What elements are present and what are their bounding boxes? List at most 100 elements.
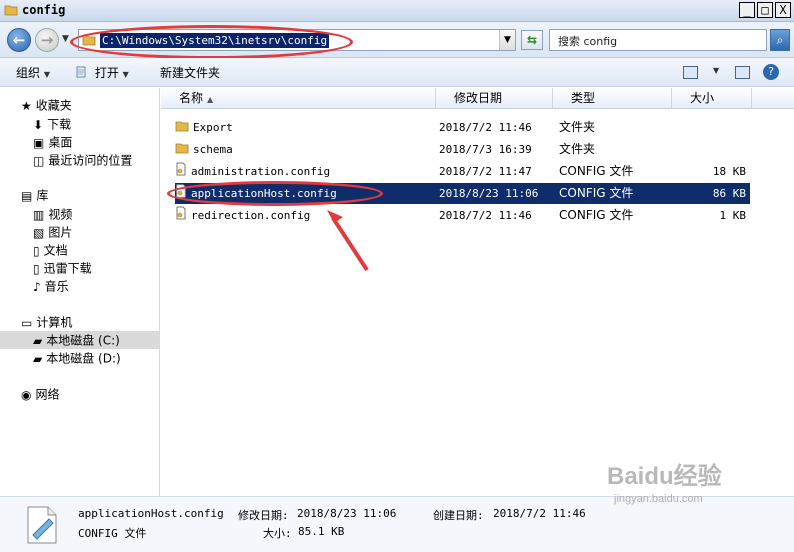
detail-size-value: 85.1 KB	[298, 525, 345, 538]
file-rows: Export 2018/7/2 11:46 文件夹 schema 2018/7/…	[161, 117, 794, 237]
help-button[interactable]: ?	[763, 64, 779, 80]
new-folder-label: 新建文件夹	[160, 66, 221, 80]
file-date-cell: 2018/7/2 11:46	[439, 121, 532, 134]
organize-menu[interactable]: 组织 ▼	[16, 64, 50, 82]
file-date-cell: 2018/8/23 11:06	[439, 187, 539, 200]
folder-icon	[175, 118, 189, 139]
search-icon: ⌕	[776, 33, 784, 47]
computer-heading[interactable]: ▭ 计算机	[21, 313, 181, 331]
detail-modified-label: 修改日期:	[238, 509, 289, 522]
history-dropdown-icon[interactable]: ▼	[62, 34, 69, 44]
help-icon: ?	[768, 65, 774, 78]
open-button[interactable]: 打开 ▼	[75, 64, 129, 82]
organize-label: 组织	[16, 66, 41, 80]
new-folder-button[interactable]: 新建文件夹	[160, 64, 220, 82]
config-file-icon	[175, 206, 187, 227]
column-header-size[interactable]: 大小	[672, 88, 752, 109]
detail-size-label: 大小:	[263, 527, 292, 540]
navigation-pane: ★ 收藏夹 ⬇ 下载 ▣ 桌面 ◫ 最近访问的位置 ▤ 库 ▥ 视频 ▧ 图片 ▯ 文档 ▯ 迅雷…	[0, 88, 160, 496]
file-date-cell: 2018/7/2 11:47	[439, 165, 532, 178]
video-icon: ▥	[33, 207, 45, 222]
computer-icon: ▭	[21, 315, 33, 330]
address-dropdown-icon[interactable]: ▼	[499, 30, 515, 50]
table-row-selected[interactable]: applicationHost.config 2018/8/23 11:06 C…	[175, 183, 750, 204]
table-row[interactable]: schema 2018/7/3 16:39 文件夹	[175, 139, 750, 160]
file-name-cell: schema	[175, 139, 425, 160]
chevron-down-icon: ▼	[122, 70, 129, 79]
file-type-cell: CONFIG 文件	[559, 164, 634, 178]
file-name-cell: applicationHost.config	[175, 183, 425, 204]
table-row[interactable]: administration.config 2018/7/2 11:47 CON…	[175, 161, 750, 182]
address-path[interactable]: C:\Windows\System32\inetsrv\config	[100, 33, 330, 48]
table-row[interactable]: Export 2018/7/2 11:46 文件夹	[175, 117, 750, 138]
document-icon: ▯	[33, 243, 40, 258]
open-label: 打开	[94, 66, 119, 80]
file-list-pane: 名称 ▲ 修改日期 类型 大小 Export 2018/7/2 11:46 文件夹…	[161, 88, 794, 496]
forward-arrow-icon: →	[40, 31, 54, 49]
desktop-icon: ▣	[33, 135, 45, 150]
refresh-icon: ⇆	[526, 33, 538, 47]
folder-icon	[175, 140, 189, 161]
config-file-icon	[175, 184, 187, 205]
network-heading[interactable]: ◉ 网络	[21, 385, 181, 403]
close-button[interactable]: X	[775, 2, 791, 18]
column-header-date[interactable]: 修改日期	[436, 88, 553, 109]
file-name-cell: Export	[175, 117, 425, 138]
detail-modified-value: 2018/8/23 11:06	[297, 507, 397, 520]
config-file-icon	[175, 162, 187, 183]
title-bar: config _ □ X	[0, 0, 794, 22]
folder-icon	[82, 35, 96, 46]
open-file-icon	[75, 66, 87, 81]
file-size-cell: 1 KB	[719, 209, 747, 222]
maximize-button[interactable]: □	[757, 2, 773, 18]
file-size-cell: 86 KB	[712, 187, 746, 200]
file-name-cell: redirection.config	[175, 205, 425, 226]
drive-icon: ▰	[33, 333, 43, 348]
refresh-button[interactable]: ⇆	[521, 30, 543, 50]
back-arrow-icon: ←	[12, 31, 26, 49]
navigation-bar: ← → ▼ C:\Windows\System32\inetsrv\config…	[0, 22, 794, 58]
detail-created-label: 创建日期:	[433, 509, 484, 522]
detail-type: CONFIG 文件	[78, 527, 147, 540]
preview-pane-icon[interactable]	[735, 66, 750, 79]
sidebar-item-local-disk-c[interactable]: ▰ 本地磁盘 (C:)	[0, 331, 160, 349]
file-type-cell: 文件夹	[559, 142, 596, 156]
chevron-down-icon[interactable]: ▼	[713, 66, 719, 75]
table-row[interactable]: redirection.config 2018/7/2 11:46 CONFIG…	[175, 205, 750, 226]
download-folder-icon: ▯	[33, 261, 40, 276]
back-button[interactable]: ←	[7, 28, 31, 52]
window-controls: _ □ X	[739, 2, 791, 18]
column-header-name[interactable]: 名称 ▲	[161, 88, 436, 109]
search-button[interactable]: ⌕	[770, 29, 790, 51]
file-type-cell: 文件夹	[559, 120, 596, 134]
watermark-url: jingyan.baidu.com	[614, 493, 703, 505]
file-type-cell: CONFIG 文件	[559, 208, 634, 222]
column-header-type[interactable]: 类型	[553, 88, 672, 109]
folder-icon	[4, 5, 18, 16]
view-options-icon[interactable]	[683, 66, 698, 79]
picture-icon: ▧	[33, 225, 45, 240]
sort-arrow-icon: ▲	[207, 95, 214, 104]
search-input[interactable]: 搜索 config	[549, 29, 767, 51]
detail-filename: applicationHost.config	[78, 507, 224, 520]
libraries-heading[interactable]: ▤ 库	[21, 186, 181, 204]
favorites-heading[interactable]: ★ 收藏夹	[21, 96, 181, 114]
star-icon: ★	[21, 98, 32, 113]
library-icon: ▤	[21, 188, 33, 203]
drive-icon: ▰	[33, 351, 43, 366]
detail-created-value: 2018/7/2 11:46	[493, 507, 586, 520]
baidu-watermark: Baidu经验	[607, 463, 722, 490]
file-size-cell	[674, 117, 746, 138]
column-headers: 名称 ▲ 修改日期 类型 大小	[161, 88, 794, 109]
file-date-cell: 2018/7/3 16:39	[439, 143, 532, 156]
command-toolbar: 组织 ▼ 打开 ▼ 新建文件夹 ▼ ?	[0, 58, 794, 87]
minimize-button[interactable]: _	[739, 2, 755, 18]
window-title: config	[22, 3, 66, 17]
config-file-large-icon	[27, 506, 57, 544]
address-bar[interactable]: C:\Windows\System32\inetsrv\config ▼	[78, 29, 516, 51]
forward-button[interactable]: →	[35, 28, 59, 52]
chevron-down-icon: ▼	[43, 70, 50, 79]
file-name-cell: administration.config	[175, 161, 425, 182]
network-icon: ◉	[21, 387, 32, 402]
file-date-cell: 2018/7/2 11:46	[439, 209, 532, 222]
